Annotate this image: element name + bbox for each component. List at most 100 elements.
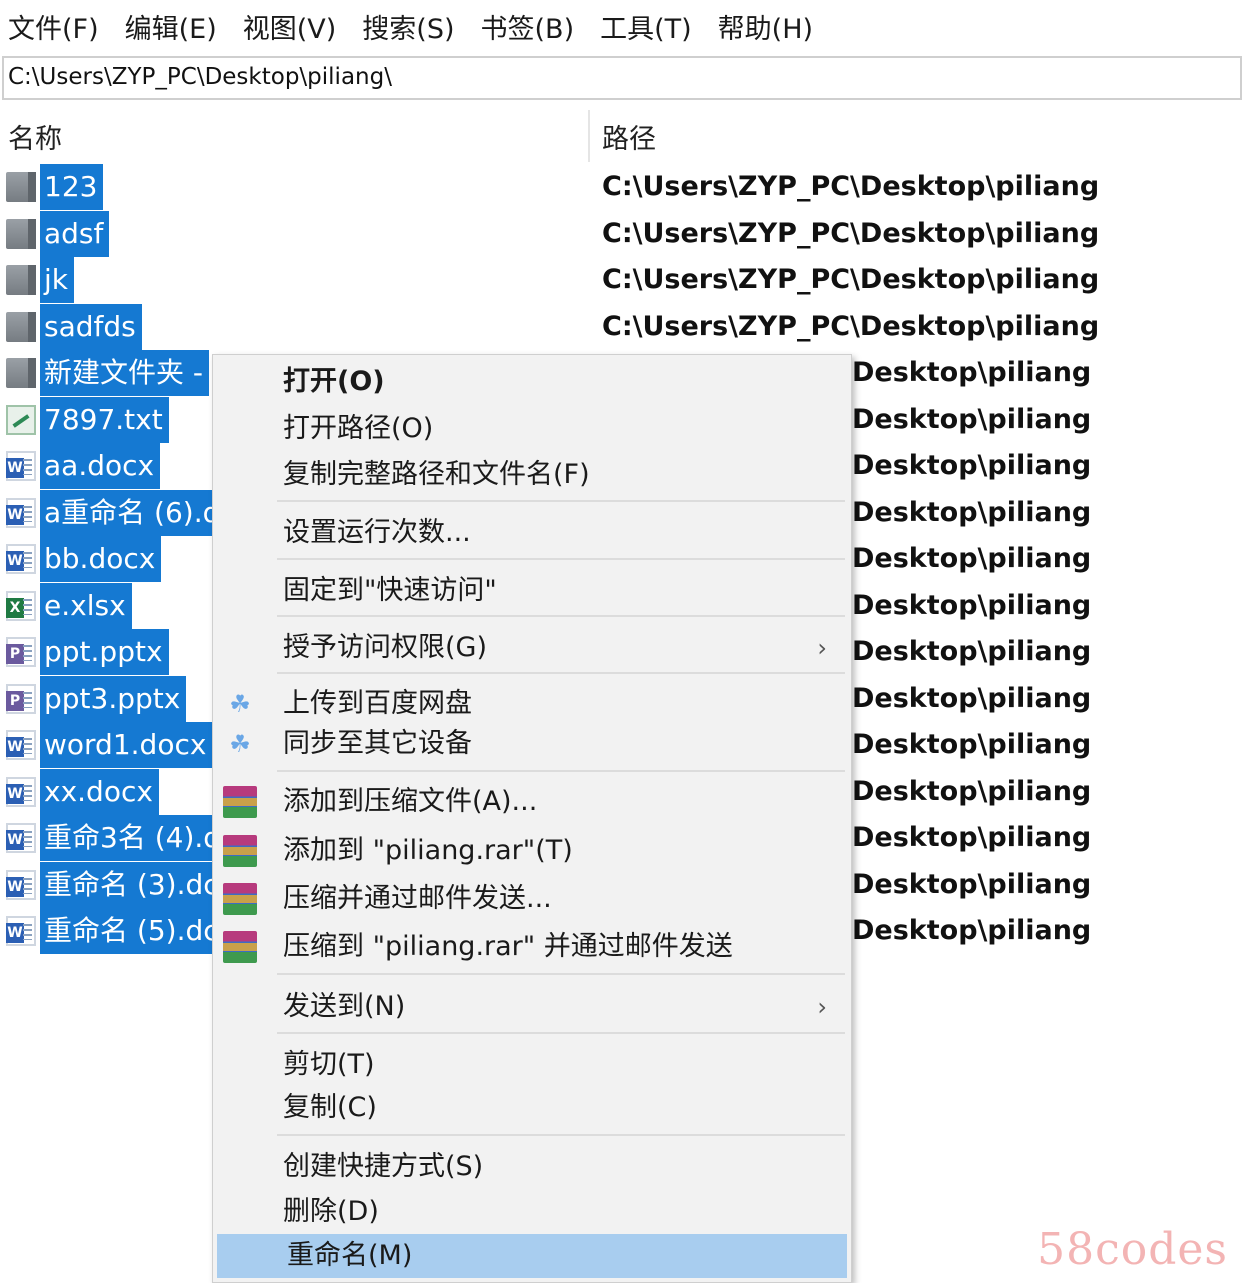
menu-delete[interactable]: 删除(D) [213,1190,851,1234]
column-header-name[interactable]: 名称 [8,117,62,156]
menu-item-label: 添加到 "piliang.rar"(T) [283,835,573,866]
column-header-path[interactable]: 路径 [602,117,656,156]
file-name[interactable]: 重命名 (3).dc [40,861,225,908]
file-path: Desktop\piliang [852,775,1092,807]
file-name[interactable]: aa.docx [40,443,161,489]
menu-open[interactable]: 打开(O) [213,360,851,404]
menu-item-label: 打开路径(O) [283,413,434,444]
menu-item-label: 发送到(N) [283,991,406,1022]
menu-bookmarks[interactable]: 书签(B) [481,7,575,46]
menu-separator [277,1134,845,1136]
menu-search[interactable]: 搜索(S) [362,7,454,46]
menu-copy-full-path[interactable]: 复制完整路径和文件名(F) [213,453,851,497]
word-doc-icon: W [6,823,36,853]
menu-item-label: 打开(O) [283,366,385,397]
menu-item-label: 上传到百度网盘 [283,688,472,719]
file-name[interactable]: adsf [40,210,110,257]
file-name[interactable]: jk [40,257,74,303]
folder-icon [6,218,36,249]
watermark: 58codes [1037,1224,1228,1275]
file-name[interactable]: 123 [40,164,104,210]
menu-sync-devices[interactable]: ☘ 同步至其它设备 [213,722,851,766]
menu-item-label: 同步至其它设备 [283,728,472,759]
file-path: Desktop\piliang [852,682,1092,714]
menu-pin-quick-access[interactable]: 固定到"快速访问" [213,569,851,613]
file-row[interactable]: 123 C:\Users\ZYP_PC\Desktop\piliang [0,164,1242,211]
menu-send-to[interactable]: 发送到(N) › [213,985,851,1029]
file-path: Desktop\piliang [852,729,1092,760]
menu-add-to-archive[interactable]: 添加到压缩文件(A)... [213,780,851,824]
chevron-right-icon: › [817,993,827,1021]
column-divider[interactable] [588,110,590,162]
file-path: C:\Users\ZYP_PC\Desktop\piliang [602,217,1100,249]
path-bar[interactable]: C:\Users\ZYP_PC\Desktop\piliang\ [2,56,1242,100]
menu-copy[interactable]: 复制(C) [213,1086,851,1130]
menu-item-label: 重命名(M) [287,1240,413,1271]
context-menu: 打开(O) 打开路径(O) 复制完整路径和文件名(F) 设置运行次数... 固定到"快速… [212,354,852,1283]
file-row[interactable]: jk C:\Users\ZYP_PC\Desktop\piliang [0,257,1242,304]
file-path: Desktop\piliang [852,822,1092,853]
menu-compress-rar-email[interactable]: 压缩到 "piliang.rar" 并通过邮件发送 [213,925,851,969]
menu-separator [277,558,845,560]
menu-rename[interactable]: 重命名(M) [217,1234,847,1278]
file-path: Desktop\piliang [852,543,1092,574]
file-name[interactable]: ppt3.pptx [40,675,187,722]
word-doc-icon: W [6,869,36,900]
menu-separator [277,1032,845,1034]
word-doc-icon: W [6,916,36,946]
menu-compress-email[interactable]: 压缩并通过邮件发送... [213,877,851,921]
file-name[interactable]: 新建文件夹 - [40,350,210,396]
file-name[interactable]: e.xlsx [40,582,132,629]
file-path: C:\Users\ZYP_PC\Desktop\piliang [602,264,1100,295]
file-name[interactable]: bb.docx [40,536,162,582]
file-name[interactable]: 重命3名 (4).d [40,815,228,861]
menu-separator [277,770,845,772]
menu-tools[interactable]: 工具(T) [600,7,692,46]
menu-item-label: 剪切(T) [283,1049,375,1080]
file-path: Desktop\piliang [852,450,1092,481]
baidu-cloud-icon: ☘ [229,730,251,758]
menu-item-label: 复制(C) [283,1092,377,1123]
menu-separator [277,973,845,975]
menu-edit[interactable]: 编辑(E) [125,7,217,46]
word-doc-icon: W [6,497,36,528]
menu-set-run-count[interactable]: 设置运行次数... [213,511,851,555]
chevron-right-icon: › [817,634,827,662]
file-name[interactable]: sadfds [40,303,142,350]
menu-add-to-rar[interactable]: 添加到 "piliang.rar"(T) [213,829,851,873]
file-name[interactable]: word1.docx [40,722,213,768]
menu-item-label: 授予访问权限(G) [283,632,487,663]
excel-file-icon: X [6,590,36,621]
file-name[interactable]: 7897.txt [40,396,169,443]
ppt-file-icon: P [6,683,36,714]
menu-create-shortcut[interactable]: 创建快捷方式(S) [213,1145,851,1189]
file-name[interactable]: 重命名 (5).dc [40,908,225,954]
word-doc-icon: W [6,776,36,807]
menu-item-label: 压缩到 "piliang.rar" 并通过邮件发送 [283,931,733,962]
menu-grant-access[interactable]: 授予访问权限(G) › [213,626,851,670]
file-name[interactable]: xx.docx [40,768,159,815]
file-name[interactable]: ppt.pptx [40,629,169,675]
menu-view[interactable]: 视图(V) [243,7,337,46]
file-row[interactable]: sadfds C:\Users\ZYP_PC\Desktop\piliang [0,303,1242,351]
menu-item-label: 压缩并通过邮件发送... [283,883,552,914]
menu-cut[interactable]: 剪切(T) [213,1043,851,1087]
winrar-icon [223,786,257,818]
menu-open-path[interactable]: 打开路径(O) [213,407,851,451]
folder-icon [6,265,36,295]
file-path: Desktop\piliang [852,868,1092,900]
menu-help[interactable]: 帮助(H) [718,7,813,46]
menu-item-label: 固定到"快速访问" [283,575,497,606]
menu-separator [277,672,845,674]
folder-icon [6,172,36,202]
menu-upload-baidu[interactable]: ☘ 上传到百度网盘 [213,682,851,726]
file-path: Desktop\piliang [852,915,1092,946]
folder-icon [6,358,36,388]
path-value: C:\Users\ZYP_PC\Desktop\piliang\ [8,64,392,90]
word-doc-icon: W [6,544,36,574]
file-name[interactable]: a重命名 (6).d [40,489,227,536]
file-row[interactable]: adsf C:\Users\ZYP_PC\Desktop\piliang [0,210,1242,258]
word-doc-icon: W [6,451,36,481]
menu-file[interactable]: 文件(F) [8,7,99,46]
folder-icon [6,311,36,342]
